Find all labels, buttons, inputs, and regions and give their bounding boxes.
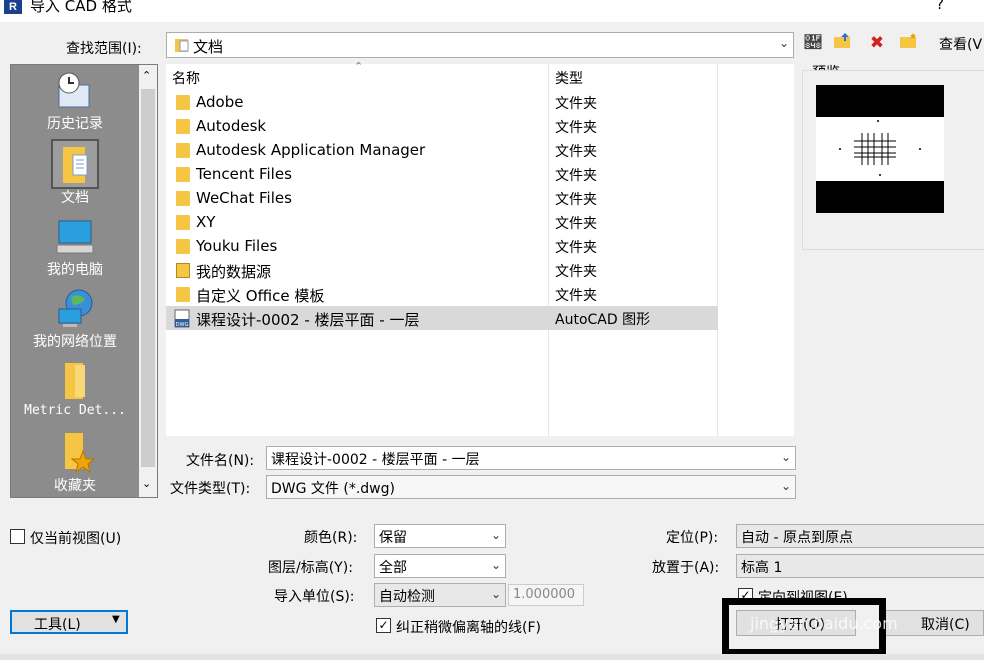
correct-lines-checkbox[interactable]: ✓ xyxy=(376,618,391,633)
color-select[interactable]: 保留 ⌄ xyxy=(374,524,506,548)
chevron-down-icon: ⌄ xyxy=(490,528,501,542)
delete-icon[interactable]: ✖ xyxy=(866,32,888,54)
place-select[interactable]: 标高 1 xyxy=(736,554,984,578)
units-select[interactable]: 自动检测 ⌄ xyxy=(374,583,506,607)
sort-ascending-icon: ⌃ xyxy=(354,60,364,73)
position-label: 定位(P): xyxy=(666,530,719,546)
folder-icon xyxy=(176,143,190,158)
place-my-computer[interactable]: 我的电脑 xyxy=(11,215,139,279)
lookin-combo[interactable]: 文档 ⌄ xyxy=(166,32,794,58)
chevron-down-icon[interactable]: ⌄ xyxy=(781,450,791,464)
place-network[interactable]: 我的网络位置 xyxy=(11,287,139,351)
place-label: 放置于(A): xyxy=(652,560,720,576)
documents-icon xyxy=(175,37,189,53)
favorites-icon xyxy=(53,431,97,475)
color-value: 保留 xyxy=(379,530,407,546)
units-value: 自动检测 xyxy=(379,589,435,605)
folder-icon xyxy=(176,167,190,182)
file-row-selected[interactable]: DWG 课程设计-0002 - 楼层平面 - 一层 AutoCAD 图形 xyxy=(166,306,718,330)
new-folder-icon[interactable] xyxy=(898,32,920,54)
history-icon xyxy=(53,69,97,113)
up-folder-icon[interactable] xyxy=(832,32,854,54)
watermark-text: jingyan.baidu.com xyxy=(750,614,898,633)
dwg-file-icon: DWG xyxy=(174,309,192,328)
datasource-icon xyxy=(176,263,190,278)
place-metric-detail[interactable]: Metric Det... xyxy=(11,359,139,418)
place-documents[interactable]: 文档 xyxy=(11,143,139,207)
layer-value: 全部 xyxy=(379,560,407,576)
lookin-label: 查找范围(I): xyxy=(66,41,142,57)
computer-icon xyxy=(53,215,97,259)
network-icon xyxy=(53,287,97,331)
folder-icon xyxy=(176,119,190,134)
documents-folder-icon xyxy=(53,143,97,187)
dropdown-triangle-icon: ▼ xyxy=(112,614,120,625)
file-list[interactable]: ⌃ 名称 类型 Adobe 文件夹 Autodesk 文件夹 Autodesk … xyxy=(166,60,794,436)
chevron-down-icon: ⌄ xyxy=(490,587,501,601)
places-bar: 历史记录 文档 我的电脑 我的网络位置 Metric Det... 收藏夹 ⌃ … xyxy=(10,64,158,498)
place-value: 标高 1 xyxy=(741,560,783,576)
file-row[interactable]: Tencent Files 文件夹 xyxy=(166,162,718,186)
filename-label: 文件名(N): xyxy=(186,453,255,469)
folder-icon xyxy=(176,239,190,254)
folder-icon xyxy=(176,191,190,206)
file-row[interactable]: Autodesk 文件夹 xyxy=(166,114,718,138)
places-scrollbar[interactable]: ⌃ ⌄ xyxy=(139,65,157,497)
place-favorites[interactable]: 收藏夹 xyxy=(11,431,139,495)
position-value: 自动 - 原点到原点 xyxy=(741,530,853,546)
layer-select[interactable]: 全部 ⌄ xyxy=(374,554,506,578)
file-row[interactable]: XY 文件夹 xyxy=(166,210,718,234)
chevron-down-icon: ⌄ xyxy=(490,558,501,572)
revit-app-icon: R xyxy=(4,0,22,14)
folder-icon xyxy=(53,359,97,403)
current-view-only-checkbox[interactable] xyxy=(10,529,25,544)
scroll-down-icon[interactable]: ⌄ xyxy=(142,477,151,490)
preview-drawing xyxy=(816,117,944,181)
tools-button[interactable]: 工具(L) ▼ xyxy=(10,610,128,634)
place-history[interactable]: 历史记录 xyxy=(11,69,139,133)
file-row[interactable]: 我的数据源 文件夹 xyxy=(166,258,718,282)
svg-text:DWG: DWG xyxy=(176,322,189,328)
folder-icon xyxy=(176,215,190,230)
scroll-up-icon[interactable]: ⌃ xyxy=(142,69,151,82)
title-bar: R 导入 CAD 格式 ? xyxy=(0,0,984,22)
current-view-only-label: 仅当前视图(U) xyxy=(30,531,122,547)
view-menu[interactable]: 查看(V xyxy=(939,34,982,54)
filetype-select[interactable]: DWG 文件 (*.dwg) ⌄ xyxy=(266,475,796,499)
preview-thumbnail xyxy=(816,85,944,213)
file-row[interactable]: Autodesk Application Manager 文件夹 xyxy=(166,138,718,162)
filetype-value: DWG 文件 (*.dwg) xyxy=(271,481,395,497)
filename-input[interactable]: 课程设计-0002 - 楼层平面 - 一层 ⌄ xyxy=(266,446,796,470)
color-label: 颜色(R): xyxy=(304,530,358,546)
help-button[interactable]: ? xyxy=(936,0,944,13)
dialog-title: 导入 CAD 格式 xyxy=(30,0,132,15)
correct-lines-label: 纠正稍微偏离轴的线(F) xyxy=(396,620,541,636)
filename-value: 课程设计-0002 - 楼层平面 - 一层 xyxy=(271,452,480,468)
chevron-down-icon: ⌄ xyxy=(778,36,789,50)
folder-icon xyxy=(176,287,190,302)
back-arrow-icon[interactable]: 🡈 xyxy=(802,32,824,54)
file-row[interactable]: WeChat Files 文件夹 xyxy=(166,186,718,210)
column-header-type[interactable]: 类型 xyxy=(555,68,583,88)
units-factor-input: 1.000000 xyxy=(508,584,584,606)
file-row[interactable]: Youku Files 文件夹 xyxy=(166,234,718,258)
file-row[interactable]: 自定义 Office 模板 文件夹 xyxy=(166,282,718,306)
units-label: 导入单位(S): xyxy=(274,589,355,605)
bottom-edge xyxy=(0,654,984,660)
filetype-label: 文件类型(T): xyxy=(170,481,251,497)
layer-label: 图层/标高(Y): xyxy=(268,560,353,576)
position-select[interactable]: 自动 - 原点到原点 xyxy=(736,524,984,548)
column-header-name[interactable]: 名称 xyxy=(172,68,200,88)
scroll-thumb[interactable] xyxy=(141,89,155,467)
chevron-down-icon[interactable]: ⌄ xyxy=(781,479,791,493)
lookin-value: 文档 xyxy=(193,38,224,56)
file-row[interactable]: Adobe 文件夹 xyxy=(166,90,718,114)
folder-icon xyxy=(176,95,190,110)
